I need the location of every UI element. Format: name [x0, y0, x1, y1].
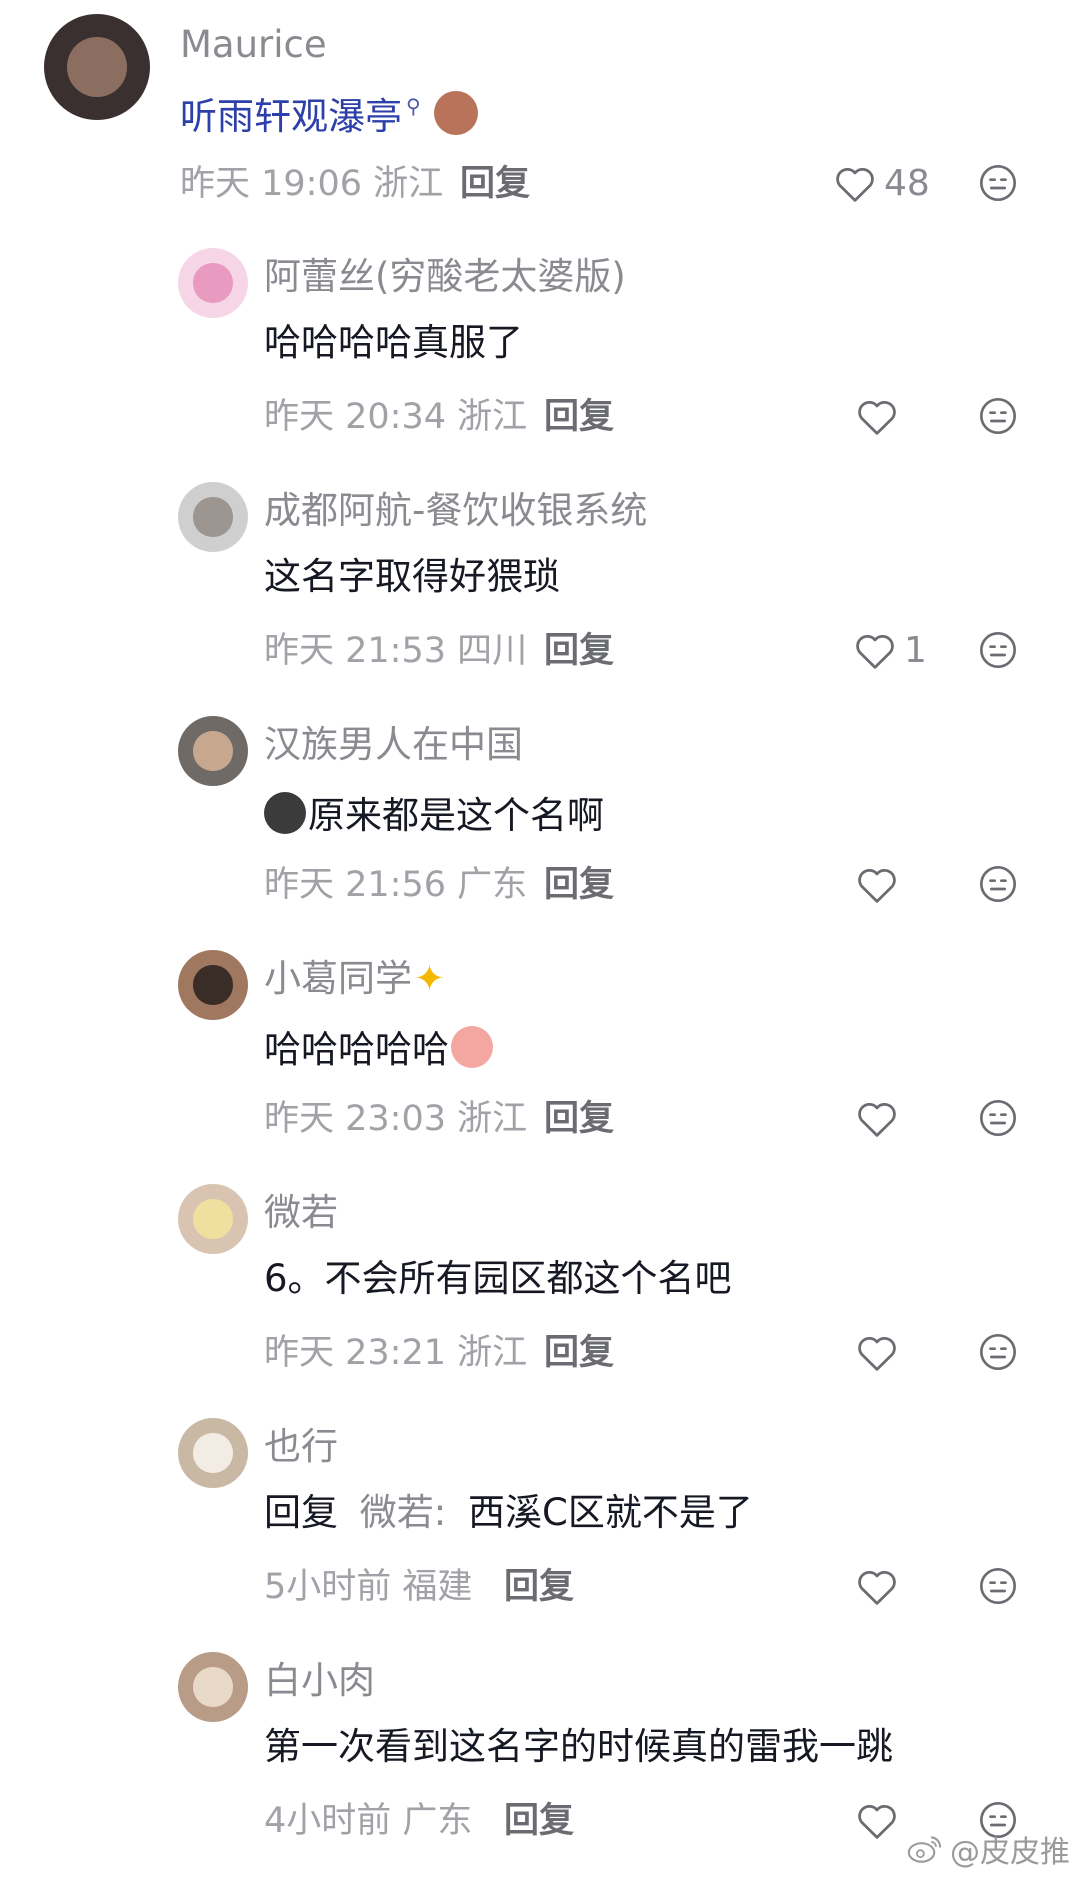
- comment-time: 昨天 20:34: [264, 397, 446, 437]
- comment-time: 4小时前: [264, 1801, 392, 1841]
- comment-location: 浙江: [457, 397, 528, 437]
- like-button[interactable]: [856, 866, 906, 904]
- comment-time: 昨天 19:06: [180, 164, 362, 204]
- heart-outline-icon: [858, 869, 896, 903]
- comment-meta: 昨天 23:03 浙江: [264, 1102, 527, 1137]
- comment-username[interactable]: 阿蕾丝(穷酸老太婆版): [264, 258, 626, 295]
- comment-location: 浙江: [373, 164, 444, 204]
- comment-meta: 昨天 20:34 浙江: [264, 400, 527, 435]
- comment-item: 汉族男人在中国 原来都是这个名啊 昨天 21:56 广东 回复: [0, 702, 1080, 904]
- comment-item: Maurice 听雨轩观瀑亭 ⚲ 昨天 19:06 浙江 回复 48: [0, 0, 1080, 203]
- comment-meta: 昨天 19:06 浙江: [180, 167, 443, 202]
- like-button[interactable]: [856, 1334, 906, 1372]
- comment-username[interactable]: 微若: [264, 1194, 338, 1231]
- comment-location: 浙江: [457, 1333, 528, 1373]
- reply-button[interactable]: 回复: [544, 868, 614, 903]
- heart-outline-icon: [858, 1103, 896, 1137]
- reply-button[interactable]: 回复: [504, 1570, 574, 1605]
- comment-location: 浙江: [457, 1099, 528, 1139]
- avatar[interactable]: [178, 950, 248, 1020]
- reply-target-user[interactable]: 微若:: [360, 1491, 446, 1534]
- comment-meta: 昨天 21:56 广东: [264, 868, 527, 903]
- comment-time: 5小时前: [264, 1567, 392, 1607]
- neutral-face-icon[interactable]: [978, 163, 1018, 203]
- comment-text: 回复 微若: 西溪C区就不是了: [264, 1491, 753, 1534]
- comment-text: 第一次看到这名字的时候真的雷我一跳: [264, 1725, 893, 1768]
- reply-button[interactable]: 回复: [544, 400, 614, 435]
- search-keyword-link[interactable]: 听雨轩观瀑亭: [180, 95, 402, 138]
- avatar[interactable]: [178, 1418, 248, 1488]
- comment-time: 昨天 21:56: [264, 865, 446, 905]
- comment-location: 广东: [457, 865, 528, 905]
- comment-text: 这名字取得好猥琐: [264, 555, 560, 598]
- reply-button[interactable]: 回复: [460, 167, 530, 202]
- neutral-face-icon[interactable]: [978, 396, 1018, 436]
- comment-meta: 5小时前 福建: [264, 1570, 472, 1605]
- neutral-face-icon[interactable]: [978, 630, 1018, 670]
- comment-text: 听雨轩观瀑亭 ⚲: [180, 91, 480, 135]
- avatar[interactable]: [178, 248, 248, 318]
- comment-item: 也行 回复 微若: 西溪C区就不是了 5小时前 福建 回复: [0, 1404, 1080, 1606]
- comment-text: 哈哈哈哈真服了: [264, 321, 523, 364]
- comment-text: 原来都是这个名啊: [264, 792, 604, 834]
- comment-location: 四川: [457, 631, 528, 671]
- comment-meta: 昨天 23:21 浙江: [264, 1336, 527, 1371]
- comment-username[interactable]: 小葛同学✦: [264, 960, 445, 997]
- comment-username[interactable]: Maurice: [180, 26, 327, 63]
- crying-emoji: [451, 1026, 493, 1068]
- neutral-face-icon[interactable]: [978, 1332, 1018, 1372]
- comment-username[interactable]: 也行: [264, 1428, 338, 1465]
- comment-time: 昨天 21:53: [264, 631, 446, 671]
- comment-item: 阿蕾丝(穷酸老太婆版) 哈哈哈哈真服了 昨天 20:34 浙江 回复: [0, 234, 1080, 436]
- reply-button[interactable]: 回复: [504, 1804, 574, 1839]
- like-button[interactable]: 1: [854, 632, 927, 670]
- weibo-logo-icon: [907, 1836, 942, 1863]
- comment-text: 6。不会所有园区都这个名吧: [264, 1257, 732, 1300]
- comment-username[interactable]: 成都阿航-餐饮收银系统: [264, 492, 647, 529]
- avatar[interactable]: [44, 14, 150, 120]
- like-button[interactable]: [856, 1802, 906, 1840]
- neutral-face-icon[interactable]: [978, 1098, 1018, 1138]
- comment-meta: 4小时前 广东: [264, 1804, 472, 1839]
- comment-time: 昨天 23:03: [264, 1099, 446, 1139]
- comment-location: 福建: [402, 1567, 473, 1607]
- watermark-text: @皮皮推: [950, 1835, 1070, 1870]
- like-count: 1: [904, 630, 927, 671]
- comment-username[interactable]: 白小肉: [264, 1662, 375, 1699]
- heart-outline-icon: [858, 401, 896, 435]
- like-button[interactable]: [856, 398, 906, 436]
- comment-time: 昨天 23:21: [264, 1333, 446, 1373]
- comment-meta: 昨天 21:53 四川: [264, 634, 527, 669]
- avatar[interactable]: [178, 1652, 248, 1722]
- avatar[interactable]: [178, 482, 248, 552]
- star-emoji: ✦: [414, 957, 446, 1000]
- heart-outline-icon: [858, 1805, 896, 1839]
- comment-item: 成都阿航-餐饮收银系统 这名字取得好猥琐 昨天 21:53 四川 回复 1: [0, 468, 1080, 670]
- like-button[interactable]: [856, 1100, 906, 1138]
- comment-item: 微若 6。不会所有园区都这个名吧 昨天 23:21 浙江 回复: [0, 1170, 1080, 1372]
- avatar[interactable]: [178, 1184, 248, 1254]
- like-button[interactable]: [856, 1568, 906, 1606]
- reply-button[interactable]: 回复: [544, 1102, 614, 1137]
- reply-button[interactable]: 回复: [544, 634, 614, 669]
- heart-outline-icon: [856, 635, 894, 669]
- heart-outline-icon: [858, 1571, 896, 1605]
- cat-emoji: [264, 792, 306, 834]
- comment-text: 哈哈哈哈哈: [264, 1026, 495, 1068]
- neutral-face-icon[interactable]: [978, 1566, 1018, 1606]
- comment-location: 广东: [402, 1801, 473, 1841]
- heart-outline-icon: [836, 168, 874, 202]
- sticker-emoji: [434, 91, 479, 135]
- like-button[interactable]: 48: [834, 165, 930, 203]
- reply-button[interactable]: 回复: [544, 1336, 614, 1371]
- heart-outline-icon: [858, 1337, 896, 1371]
- search-icon: ⚲: [406, 94, 421, 118]
- neutral-face-icon[interactable]: [978, 864, 1018, 904]
- comment-username[interactable]: 汉族男人在中国: [264, 726, 523, 763]
- watermark: @皮皮推: [906, 1827, 1070, 1871]
- avatar[interactable]: [178, 716, 248, 786]
- comment-item: 小葛同学✦ 哈哈哈哈哈 昨天 23:03 浙江 回复: [0, 936, 1080, 1138]
- like-count: 48: [884, 163, 930, 204]
